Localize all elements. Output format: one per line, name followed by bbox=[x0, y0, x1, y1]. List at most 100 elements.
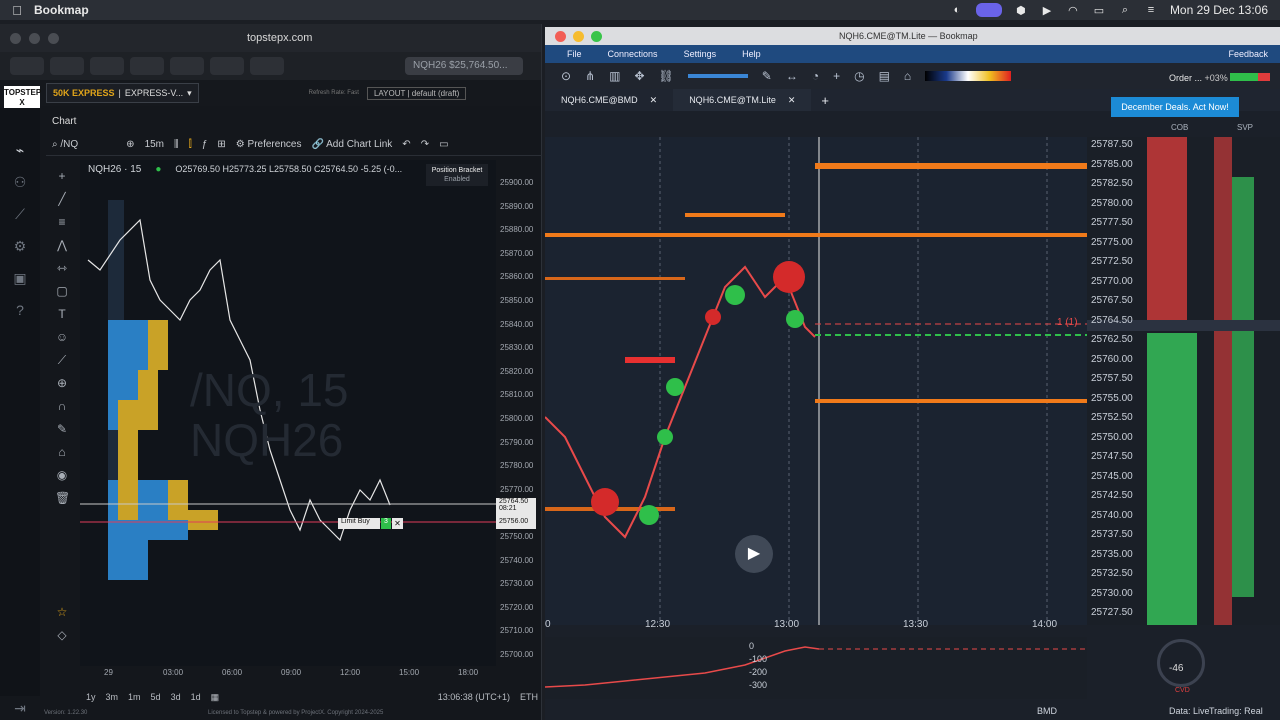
recording-pill-icon[interactable] bbox=[975, 3, 1002, 17]
active-app-name[interactable]: Bookmap bbox=[34, 3, 89, 17]
calendar-icon[interactable]: ▦ bbox=[211, 692, 220, 703]
layers-icon[interactable]: ◇ bbox=[55, 628, 69, 642]
pinned-tab[interactable] bbox=[250, 57, 284, 75]
price-ladder[interactable]: 25787.50 25785.00 25782.50 25780.00 25777.50… bbox=[1057, 137, 1280, 625]
limit-order-qty[interactable]: 3 bbox=[381, 518, 391, 529]
chart-clock[interactable]: 13:06:38 (UTC+1) bbox=[438, 692, 510, 702]
help-nav-icon[interactable]: ? bbox=[10, 302, 30, 320]
deal-banner[interactable]: December Deals. Act Now! bbox=[1111, 97, 1239, 117]
position-bracket-button[interactable]: Position Bracket Enabled bbox=[426, 164, 488, 186]
interval-selector[interactable]: 15m bbox=[145, 139, 164, 150]
menu-help[interactable]: Help bbox=[742, 49, 761, 59]
target-icon[interactable]: ⊙ bbox=[561, 69, 571, 83]
share-icon[interactable]: ⋔ bbox=[585, 69, 595, 83]
add-tab-icon[interactable]: + bbox=[811, 93, 829, 108]
pattern-icon[interactable]: ⋀ bbox=[55, 238, 69, 252]
lock-icon[interactable]: ⌂ bbox=[904, 69, 911, 83]
menu-settings[interactable]: Settings bbox=[684, 49, 717, 59]
replay-play-button[interactable]: ▶ bbox=[735, 535, 773, 573]
crosshair-icon[interactable]: + bbox=[55, 169, 69, 183]
feedback-link[interactable]: Feedback bbox=[1228, 49, 1280, 59]
range-button-1d[interactable]: 1d bbox=[191, 692, 201, 702]
close-tab-icon[interactable]: ✕ bbox=[788, 95, 796, 106]
pinned-tab[interactable] bbox=[210, 57, 244, 75]
zoom-in-icon[interactable]: ⊕ bbox=[55, 376, 69, 390]
shield-icon[interactable]: ⬢ bbox=[1014, 4, 1028, 17]
menu-file[interactable]: File bbox=[567, 49, 582, 59]
fib-icon[interactable]: ≡ bbox=[55, 215, 69, 229]
crosshair-icon[interactable]: + bbox=[833, 69, 840, 83]
ruler-icon[interactable]: ⟋ bbox=[55, 353, 69, 367]
users-nav-icon[interactable]: ⚇ bbox=[10, 174, 30, 192]
tab-bmd[interactable]: NQH6.CME@BMD ✕ bbox=[545, 89, 673, 111]
clock-icon[interactable]: ◷ bbox=[854, 69, 864, 83]
price-axis[interactable]: 25900.00 25890.00 25880.00 25870.00 25860.00… bbox=[496, 156, 540, 666]
pinned-tab[interactable] bbox=[10, 57, 44, 75]
logout-icon[interactable]: ⇥ bbox=[10, 700, 30, 718]
pen-icon[interactable]: ✎ bbox=[762, 69, 772, 83]
settings-nav-icon[interactable]: ⚙ bbox=[10, 238, 30, 256]
width-icon[interactable]: ↔ bbox=[786, 69, 798, 83]
bar-type-icon[interactable]: ⫼ bbox=[174, 139, 179, 150]
lock-drawing-icon[interactable]: ✎ bbox=[55, 422, 69, 436]
pinned-tab[interactable] bbox=[50, 57, 84, 75]
address-bar[interactable]: topstepx.com bbox=[247, 32, 312, 44]
close-button[interactable] bbox=[10, 32, 21, 44]
measure-icon[interactable]: ⇿ bbox=[55, 261, 69, 275]
limit-buy-order[interactable]: Limit Buy bbox=[338, 518, 380, 529]
minimize-button[interactable] bbox=[573, 30, 584, 42]
add-chart-link-button[interactable]: 🔗 Add Chart Link bbox=[311, 139, 392, 150]
menu-connections[interactable]: Connections bbox=[608, 49, 658, 59]
text-icon[interactable]: T bbox=[55, 307, 69, 321]
close-button[interactable] bbox=[555, 30, 566, 42]
zoom-button[interactable] bbox=[591, 30, 602, 42]
favorites-icon[interactable]: ☆ bbox=[55, 605, 69, 619]
magnet-icon[interactable]: ∩ bbox=[55, 399, 69, 413]
brightness-slider[interactable] bbox=[687, 74, 748, 78]
link-icon[interactable]: ⛓ bbox=[659, 69, 674, 83]
zoom-button[interactable] bbox=[48, 32, 59, 44]
range-button-1y[interactable]: 1y bbox=[86, 692, 96, 702]
emoji-icon[interactable]: ☺ bbox=[55, 330, 69, 344]
rectangle-icon[interactable]: ▢ bbox=[55, 284, 69, 298]
active-browser-tab[interactable]: NQH26 $25,764.50... bbox=[405, 57, 523, 75]
chart-nav-icon[interactable]: ⌁ bbox=[10, 142, 30, 160]
cvd-panel[interactable]: 0 -100 -200 -300 bbox=[544, 637, 1087, 699]
close-tab-icon[interactable]: ✕ bbox=[650, 95, 658, 106]
undo-icon[interactable]: ↶ bbox=[402, 139, 410, 150]
tab-tm-lite[interactable]: NQH6.CME@TM.Lite ✕ bbox=[673, 89, 812, 111]
candles-icon[interactable]: ⫿ bbox=[189, 139, 192, 150]
orderbook-icon[interactable]: ▤ bbox=[879, 69, 890, 83]
search-icon[interactable]: ⌕ bbox=[1118, 4, 1132, 16]
redo-icon[interactable]: ↷ bbox=[421, 139, 429, 150]
symbol-search[interactable]: ⌕ /NQ bbox=[46, 139, 78, 150]
layout-selector[interactable]: LAYOUT | default (draft) bbox=[366, 86, 467, 100]
wifi-icon[interactable]: ◠ bbox=[1066, 4, 1080, 17]
cancel-order-icon[interactable]: ✕ bbox=[392, 518, 403, 529]
fullscreen-icon[interactable]: ▭ bbox=[439, 139, 448, 150]
color-scale[interactable] bbox=[925, 71, 1012, 81]
trash-icon[interactable]: 🗑 bbox=[55, 491, 70, 505]
battery-icon[interactable]: ▭ bbox=[1092, 4, 1106, 17]
play-icon[interactable]: ▶ bbox=[1040, 4, 1054, 17]
minimize-button[interactable] bbox=[29, 32, 40, 44]
range-button-5d[interactable]: 5d bbox=[151, 692, 161, 702]
chart-icon[interactable]: ▥ bbox=[609, 69, 620, 83]
apple-icon[interactable]:  bbox=[0, 3, 34, 18]
stats-nav-icon[interactable]: ⟋ bbox=[10, 206, 30, 224]
indicators-icon[interactable]: ƒ bbox=[202, 139, 208, 150]
heatmap[interactable] bbox=[545, 137, 1087, 625]
eye-icon[interactable]: ◉ bbox=[55, 468, 69, 482]
range-button-3d[interactable]: 3d bbox=[171, 692, 181, 702]
trendline-icon[interactable]: ╱ bbox=[55, 192, 69, 206]
session-toggle[interactable]: ETH bbox=[520, 692, 538, 702]
range-button-1m[interactable]: 1m bbox=[128, 692, 141, 702]
datetime[interactable]: Mon 29 Dec 13:06 bbox=[1170, 3, 1268, 17]
pinned-tab[interactable] bbox=[130, 57, 164, 75]
pinned-tab[interactable] bbox=[90, 57, 124, 75]
heatmap-time-axis[interactable]: 0 12:30 13:00 13:30 14:00 bbox=[545, 619, 1087, 633]
layouts-icon[interactable]: ⊞ bbox=[217, 139, 225, 150]
preferences-button[interactable]: ⚙ Preferences bbox=[236, 139, 302, 150]
pinned-tab[interactable] bbox=[170, 57, 204, 75]
control-icon[interactable]: ◐ bbox=[950, 4, 964, 16]
